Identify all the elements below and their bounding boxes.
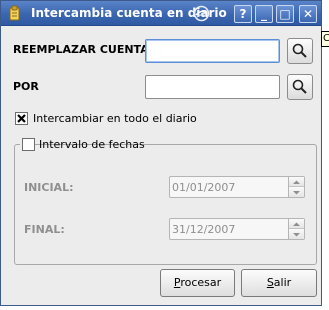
by-account-input[interactable] (145, 75, 280, 99)
by-account-label: POR (13, 80, 39, 93)
end-date-down-button[interactable] (289, 229, 304, 239)
by-search-button[interactable] (287, 74, 313, 100)
replace-account-label: REEMPLAZAR CUENTA (13, 43, 149, 56)
end-date-spinbox[interactable]: 31/12/2007 (169, 218, 305, 240)
swirl-logo-icon (193, 5, 210, 22)
date-range-checkbox[interactable] (22, 138, 35, 151)
process-button[interactable]: Procesar (160, 269, 235, 297)
arrow-up-icon (293, 222, 300, 226)
start-date-down-button[interactable] (289, 187, 304, 197)
end-date-label: FINAL: (24, 223, 65, 236)
exit-label-rest: alir (273, 276, 292, 289)
end-date-value: 31/12/2007 (172, 223, 236, 236)
start-date-up-button[interactable] (289, 177, 304, 187)
end-date-spin-buttons (288, 219, 304, 239)
checkmark-x-icon (17, 114, 26, 123)
whole-journal-label[interactable]: Intercambiar en todo el diario (33, 112, 197, 125)
whole-journal-checkbox[interactable] (15, 112, 28, 125)
exit-mnemonic: S (266, 276, 274, 289)
end-date-up-button[interactable] (289, 219, 304, 229)
start-date-spin-buttons (288, 177, 304, 197)
date-range-label[interactable]: Intervalo de fechas (39, 138, 145, 151)
date-range-group (14, 144, 317, 265)
minimize-button[interactable]: _ (255, 5, 273, 23)
arrow-down-icon (293, 233, 300, 237)
arrow-up-icon (293, 180, 300, 184)
magnifier-icon (292, 79, 307, 94)
close-button[interactable]: ✕ (299, 5, 317, 23)
replace-account-input[interactable] (145, 39, 280, 63)
magnifier-icon (292, 43, 307, 58)
date-range-legend: Intervalo de fechas (20, 137, 145, 152)
title-bar[interactable]: Intercambia cuenta en diario ? _ □ ✕ (1, 1, 321, 26)
start-date-value: 01/01/2007 (172, 181, 236, 194)
help-button[interactable]: ? (234, 5, 252, 23)
tooltip-fragment: C (321, 31, 329, 47)
start-date-spinbox[interactable]: 01/01/2007 (169, 176, 305, 198)
process-label-rest: rocesar (180, 276, 222, 289)
arrow-down-icon (293, 191, 300, 195)
dialog-window: Intercambia cuenta en diario ? _ □ ✕ REE… (0, 0, 322, 306)
app-icon (9, 5, 20, 21)
start-date-label: INICIAL: (24, 181, 74, 194)
replace-search-button[interactable] (287, 38, 313, 64)
exit-button[interactable]: Salir (241, 269, 317, 297)
maximize-button[interactable]: □ (276, 5, 294, 23)
